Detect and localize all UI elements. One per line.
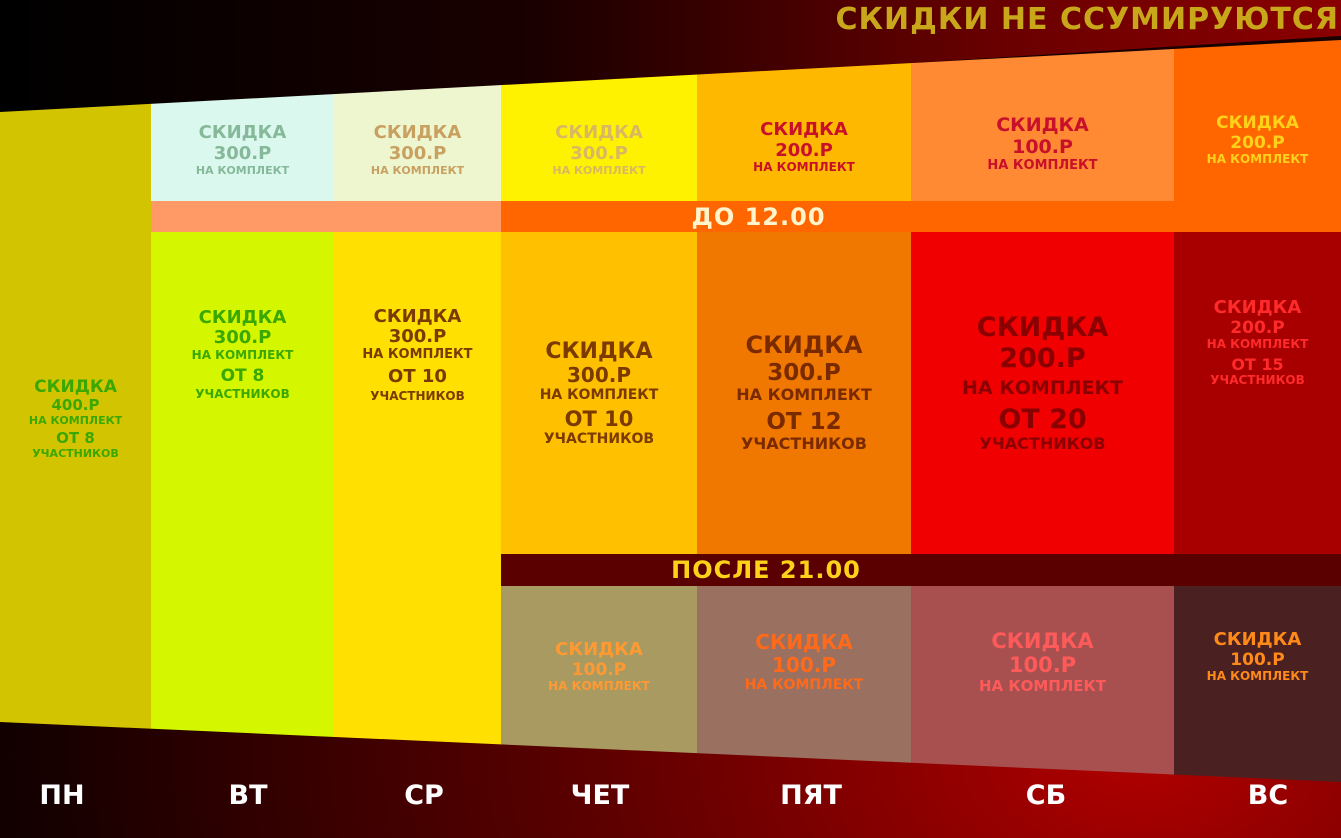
evening-unit: НА КОМПЛЕКТ [744,676,864,693]
morning-amount: 100.Р [1012,136,1073,159]
page-title: СКИДКИ НЕ ССУМИРУЮТСЯ [835,2,1339,37]
morning-title: СКИДКА [373,122,462,144]
evening-amount: 100.Р [1230,649,1285,670]
evening-amount: 100.Р [771,652,836,677]
group-from: ОТ 10 [564,407,634,432]
evening-band-label: ПОСЛЕ 21.00 [671,556,861,584]
group-unit: НА КОМПЛЕКТ [539,386,659,403]
group-from: ОТ 10 [388,365,447,387]
group-participants: УЧАСТНИКОВ [543,431,655,448]
group-title: СКИДКА [545,338,653,364]
schedule-board: СКИДКА 400.Р НА КОМПЛЕКТ ОТ 8 УЧАСТНИКОВ… [0,40,1341,782]
morning-unit: НА КОМПЛЕКТ [753,160,855,175]
group-amount: 300.Р [767,359,841,386]
evening-title: СКИДКА [755,629,853,654]
group-unit: НА КОМПЛЕКТ [362,346,473,362]
evening-band: ПОСЛЕ 21.00 [501,554,1341,586]
group-cell: СКИДКА 200.Р НА КОМПЛЕКТ ОТ 15 УЧАСТНИКО… [1174,232,1341,554]
morning-title: СКИДКА [198,122,287,144]
group-unit: НА КОМПЛЕКТ [1206,337,1309,352]
group-participants: УЧАСТНИКОВ [1210,373,1305,388]
day-label-thu: ЧЕТ [570,780,630,811]
day-label-sat: СБ [1025,780,1067,811]
evening-amount: 100.Р [571,659,627,680]
morning-band-label: ДО 12.00 [691,202,826,231]
morning-unit: НА КОМПЛЕКТ [552,163,646,177]
group-title: СКИДКА [976,312,1109,344]
group-participants: УЧАСТНИКОВ [979,434,1106,454]
monday-from: ОТ 8 [56,429,95,448]
morning-title: СКИДКА [1216,113,1299,134]
group-unit: НА КОМПЛЕКТ [962,377,1123,400]
group-unit: НА КОМПЛЕКТ [191,348,294,363]
day-label-mon: ПН [39,780,85,811]
monday-participants: УЧАСТНИКОВ [32,446,119,460]
group-title: СКИДКА [745,331,863,360]
group-cell: СКИДКА 300.Р НА КОМПЛЕКТ ОТ 10 УЧАСТНИКО… [501,232,697,554]
group-from: ОТ 15 [1231,354,1284,374]
morning-unit: НА КОМПЛЕКТ [987,157,1098,173]
group-amount: 300.Р [213,327,272,349]
group-title: СКИДКА [1213,296,1302,318]
group-title: СКИДКА [373,305,462,327]
monday-cell: СКИДКА 400.Р НА КОМПЛЕКТ ОТ 8 УЧАСТНИКОВ [0,40,151,782]
evening-unit: НА КОМПЛЕКТ [548,679,650,694]
evening-title: СКИДКА [555,638,643,660]
group-participants: УЧАСТНИКОВ [195,387,290,402]
group-amount: 200.Р [999,343,1086,375]
group-from: ОТ 12 [766,408,842,435]
monday-amount: 400.Р [51,396,100,415]
monday-unit: НА КОМПЛЕКТ [28,413,123,427]
morning-title: СКИДКА [760,118,848,140]
morning-band: ДО 12.00 [501,201,1341,232]
morning-amount: 200.Р [1230,132,1285,153]
day-label-tue: ВТ [228,780,268,811]
evening-unit: НА КОМПЛЕКТ [978,676,1107,695]
evening-title: СКИДКА [991,629,1094,654]
morning-band-left [151,201,501,232]
group-cell: СКИДКА 300.Р НА КОМПЛЕКТ ОТ 10 УЧАСТНИКО… [334,232,501,782]
group-participants: УЧАСТНИКОВ [741,434,867,454]
morning-amount: 200.Р [775,139,833,161]
group-unit: НА КОМПЛЕКТ [736,385,872,405]
morning-amount: 300.Р [570,143,628,165]
monday-title: СКИДКА [34,376,117,397]
group-amount: 300.Р [566,362,631,387]
morning-amount: 300.Р [213,143,272,165]
group-participants: УЧАСТНИКОВ [370,388,465,403]
morning-title: СКИДКА [555,122,643,144]
morning-title: СКИДКА [996,114,1089,137]
evening-amount: 100.Р [1008,653,1077,678]
morning-unit: НА КОМПЛЕКТ [370,163,465,177]
day-label-wed: СР [404,780,444,811]
group-title: СКИДКА [198,306,287,328]
evening-title: СКИДКА [1213,628,1302,650]
day-label-fri: ПЯТ [780,780,842,811]
evening-unit: НА КОМПЛЕКТ [1206,669,1309,684]
group-from: ОТ 20 [998,404,1087,436]
day-label-sun: ВС [1247,780,1289,811]
morning-unit: НА КОМПЛЕКТ [195,163,290,177]
group-amount: 300.Р [388,326,447,348]
group-cell: СКИДКА 300.Р НА КОМПЛЕКТ ОТ 12 УЧАСТНИКО… [697,232,911,554]
group-from: ОТ 8 [220,365,265,386]
group-cell: СКИДКА 300.Р НА КОМПЛЕКТ ОТ 8 УЧАСТНИКОВ [151,232,334,782]
morning-amount: 300.Р [388,143,447,165]
morning-unit: НА КОМПЛЕКТ [1206,152,1309,167]
group-amount: 200.Р [1230,317,1285,338]
group-cell: СКИДКА 200.Р НА КОМПЛЕКТ ОТ 20 УЧАСТНИКО… [911,232,1174,554]
